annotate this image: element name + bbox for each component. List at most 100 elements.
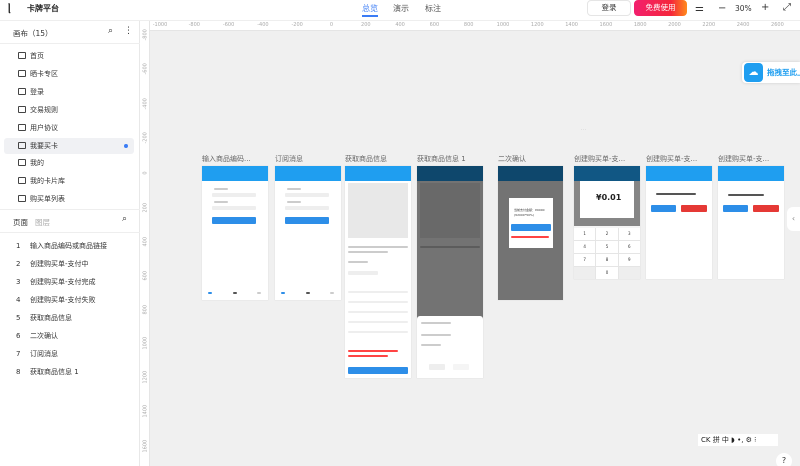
tab-overview[interactable]: 总览 [362,3,378,17]
badge-label: 拖拽至此上 [767,68,800,77]
keypad-key: 5 [596,241,618,253]
ruler-tick-label: 1000 [496,22,510,28]
page-number: 7 [16,350,21,358]
ruler-tick-label: -600 [142,63,149,75]
page-list-item[interactable]: 6 二次确认 [16,331,58,341]
canvas-page-item[interactable]: 我要买卡 [4,137,134,154]
keypad-key: 7 [574,254,596,266]
ruler-tick-label: -600 [222,22,235,28]
tab-annotate[interactable]: 标注 [425,3,441,14]
frame-input-code[interactable] [202,166,268,300]
keypad-key: 3 [618,228,640,240]
canvas[interactable]: -1000 -800 -600 -400 -200 0 200 400 600 800 1000 12… [141,21,800,466]
ruler-tick-label: -200 [291,22,303,28]
cloud-link-icon: ☁ [744,63,763,82]
ime-toolbar[interactable]: CK 拼 中 ◗ •, ⚙ ⁝ [698,434,778,446]
zoom-in-button[interactable]: + [761,2,769,13]
ruler-tick-label: 0 [329,22,334,28]
item-label: 用户协议 [30,123,58,132]
keypad-key [618,267,640,279]
divider [0,209,140,210]
ruler-tick-label: 1000 [142,336,149,350]
item-label: 晒卡专区 [30,69,58,78]
frame-confirm[interactable]: 当前支付金额：¥9000 (¥2000*50%) [498,166,563,300]
canvas-page-item[interactable]: 用户协议 [4,120,134,136]
frame-title: 创建购买单-支... [574,155,626,163]
page-list-item[interactable]: 5 获取商品信息 [16,313,72,323]
canvas-page-item[interactable]: 首页 [4,48,134,64]
canvas-page-item[interactable]: 交易规则 [4,102,134,118]
page-icon [18,52,26,59]
canvas-page-item[interactable]: 晒卡专区 [4,66,134,82]
search-icon[interactable]: ⌕ [122,214,127,224]
help-button[interactable]: ? [776,453,792,466]
canvas-page-item[interactable]: 我的 [4,155,134,171]
frame-paying[interactable]: ¥0.01 123 456 7890 [574,166,640,279]
more-icon[interactable]: ⋮ [124,26,133,36]
page-list-item[interactable]: 1 输入商品编码或商品链接 [16,241,107,251]
ruler-tick-label: -200 [142,132,149,144]
amount-text: 当前支付金额：¥9000 [514,208,545,212]
canvas-page-item[interactable]: 我的卡片库 [4,173,134,189]
frame-product-info[interactable] [345,166,411,378]
page-icon [18,141,26,149]
frame-pay-failed[interactable] [718,166,784,279]
search-icon[interactable]: ⌕ [108,26,113,36]
canvas-page-item[interactable]: 登录 [4,84,134,100]
price: ¥0.01 [596,193,622,202]
ruler-tick-label: 2000 [668,22,681,28]
active-dot [124,143,128,148]
page-number: 4 [16,296,21,304]
ruler-tick-label: 1400 [142,405,149,418]
login-button[interactable]: 登录 [587,0,631,16]
ruler-tick-label: 1400 [565,22,578,28]
page-list-item[interactable]: 7 订阅消息 [16,349,58,359]
page-label: 创建购买单-支付完成 [30,278,96,286]
ruler-tick-label: 400 [142,236,149,247]
page-list-item[interactable]: 3 创建购买单-支付完成 [16,277,96,287]
ruler-tick-label: -400 [142,97,149,110]
frame-product-info-1[interactable] [417,166,483,378]
drag-here-badge[interactable]: ☁ 拖拽至此上 [742,62,800,83]
item-label: 交易规则 [30,105,58,114]
page-label: 二次确认 [30,332,58,340]
collapse-panel-button[interactable]: ‹ [787,207,800,231]
page-list-item[interactable]: 2 创建购买单-支付中 [16,259,89,269]
settings-sliders-icon[interactable]: ⚌ [695,3,704,14]
page-number: 1 [16,242,21,250]
tab-demo[interactable]: 演示 [393,3,409,14]
tab-pages[interactable]: 页面 [13,217,28,228]
frame-subscribe[interactable] [275,166,341,300]
divider [0,232,140,233]
frame-pay-success[interactable] [646,166,712,279]
ruler-tick-label: 0 [142,171,149,175]
top-bar: ᥣ 卡牌平台 总览 演示 标注 登录 免费使用 ⚌ − 30% + ⤢ [0,0,800,21]
free-trial-button[interactable]: 免费使用 [634,0,687,16]
horizontal-ruler: -1000 -800 -600 -400 -200 0 200 400 600 800 1000 12… [141,21,800,31]
ruler-tick-label: 200 [361,22,371,28]
page-icon [18,87,26,95]
page-label: 订阅消息 [30,350,58,358]
keypad-key: 1 [574,228,596,240]
item-label: 我要买卡 [30,141,58,150]
keypad-key [574,267,596,279]
page-list-item[interactable]: 8 获取商品信息 1 [16,367,79,377]
fullscreen-icon[interactable]: ⤢ [783,2,791,13]
page-list-item[interactable]: 4 创建购买单-支付失败 [16,295,96,305]
frame-title: 创建购买单-支... [646,155,698,163]
item-label: 登录 [30,87,44,96]
page-label: 创建购买单-支付中 [30,260,89,268]
tab-layers[interactable]: 图层 [35,217,50,228]
ruler-tick-label: 400 [395,22,405,28]
canvas-page-item[interactable]: 购买单列表 [4,191,134,207]
keypad-key: 9 [618,254,640,266]
page-icon [18,105,26,113]
page-icon [18,69,26,77]
page-icon [18,159,26,167]
ruler-tick-label: 1600 [599,22,613,28]
ruler-tick-label: 600 [429,22,440,28]
zoom-out-button[interactable]: − [718,3,726,14]
ruler-tick-label: 800 [142,305,149,315]
frame-title: 创建购买单-支... [718,155,770,163]
divider [0,43,140,44]
